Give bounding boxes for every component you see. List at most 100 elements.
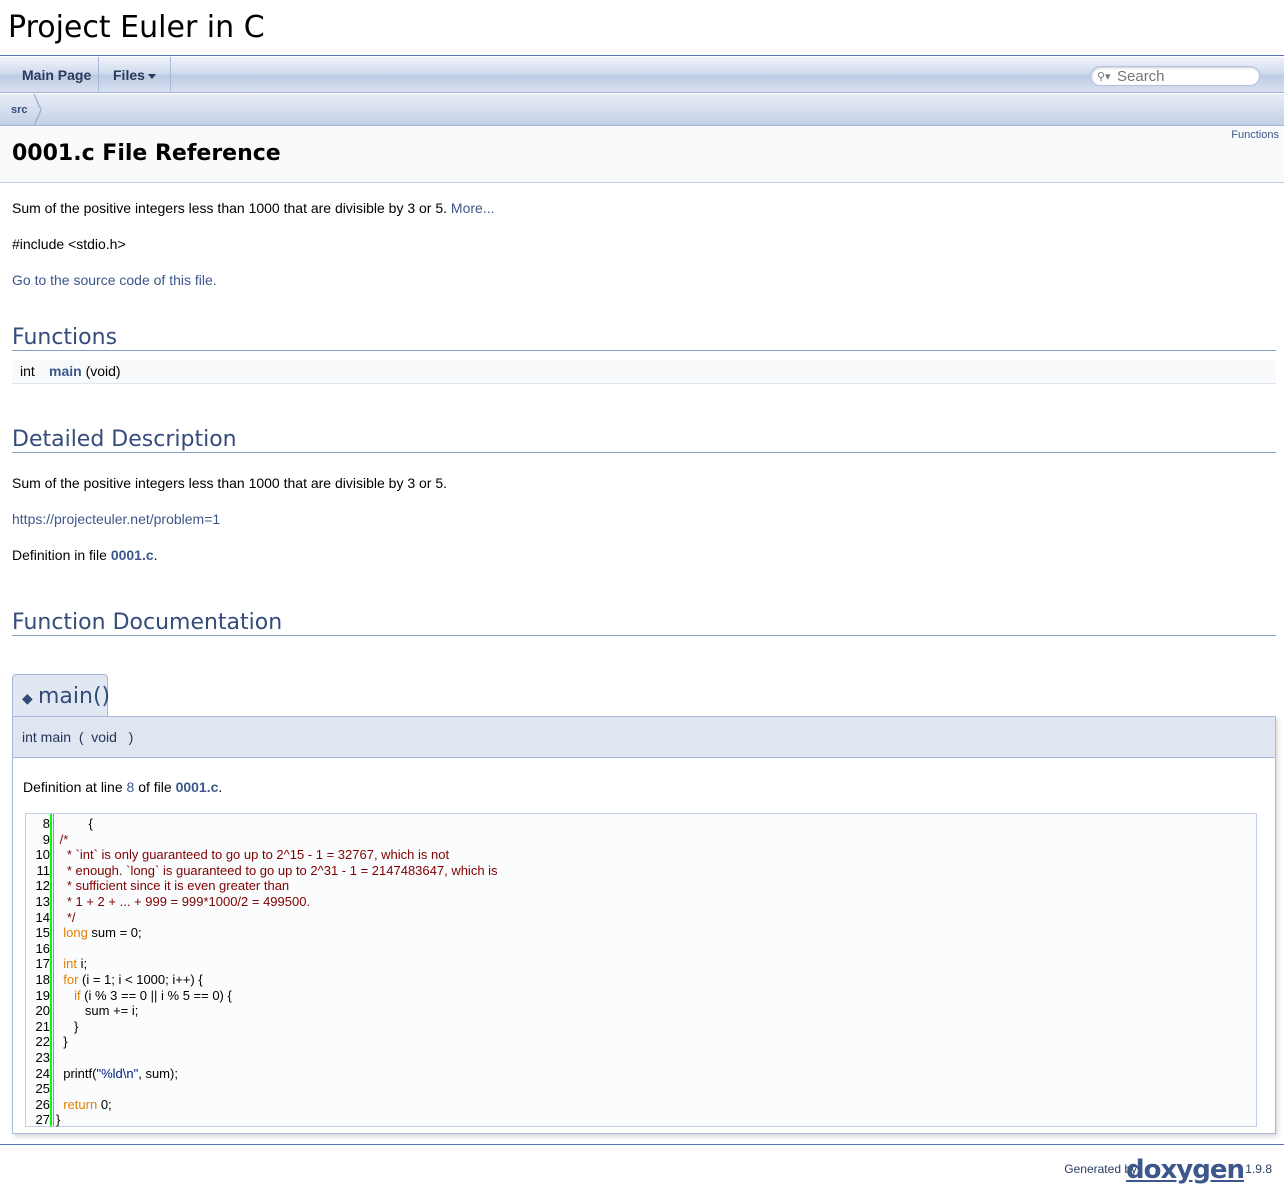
- code-token: (i = 1; i < 1000; i++) {: [78, 972, 203, 987]
- line-number[interactable]: 20: [26, 1003, 50, 1018]
- prototype-text: int main ( void ): [22, 729, 133, 745]
- def-file-link[interactable]: 0001.c: [176, 779, 219, 795]
- code-keyword: for: [63, 972, 79, 987]
- include-line: #include <stdio.h>: [12, 236, 126, 252]
- line-number[interactable]: 13: [26, 894, 50, 909]
- definition-in-file: Definition in file 0001.c.: [12, 547, 158, 563]
- line-number[interactable]: 14: [26, 910, 50, 925]
- line-number[interactable]: 12: [26, 878, 50, 893]
- code-comment: * `int` is only guaranteed to go up to 2…: [56, 847, 450, 863]
- code-line: 21 }: [26, 1019, 1256, 1035]
- code-token: printf(: [56, 1065, 97, 1081]
- code-text: }: [56, 1034, 67, 1049]
- code-keyword: return: [63, 1096, 98, 1112]
- def-line-suffix: .: [218, 779, 223, 795]
- member-title: main(): [38, 684, 111, 709]
- nav-files[interactable]: Files: [98, 57, 171, 93]
- brief-description: Sum of the positive integers less than 1…: [12, 200, 495, 216]
- more-link[interactable]: More...: [451, 200, 495, 216]
- line-number[interactable]: 11: [26, 863, 51, 878]
- project-name: Project Euler in C: [8, 10, 265, 45]
- line-number[interactable]: 23: [26, 1050, 50, 1065]
- member-title-tab: ◆ main(): [12, 674, 111, 718]
- code-text: printf("%ld\n", sum);: [56, 1066, 178, 1081]
- function-args: (void): [85, 363, 121, 379]
- line-number[interactable]: 10: [26, 847, 50, 862]
- definition-at-line: Definition at line 8 of file 0001.c.: [23, 779, 222, 795]
- code-text: * 1 + 2 + ... + 999 = 999*1000/2 = 49950…: [56, 894, 310, 909]
- line-number[interactable]: 15: [26, 925, 50, 940]
- prototype-close-paren: ): [128, 729, 134, 745]
- code-keyword: int: [63, 956, 77, 972]
- code-line: 16: [26, 941, 1256, 957]
- code-line: 24 printf("%ld\n", sum);: [26, 1066, 1256, 1082]
- line-number[interactable]: 22: [26, 1034, 50, 1049]
- prototype-arg: void: [91, 729, 117, 745]
- code-text: /*: [56, 832, 69, 847]
- detailed-description-heading: Detailed Description: [12, 427, 1276, 453]
- search-box[interactable]: ⚲▾: [1090, 66, 1260, 86]
- line-number[interactable]: 27: [26, 1112, 50, 1127]
- line-number[interactable]: 26: [26, 1097, 50, 1112]
- summary-functions-link[interactable]: Functions: [1231, 129, 1279, 141]
- definition-suffix: .: [153, 547, 158, 563]
- definition-file-link[interactable]: 0001.c: [111, 547, 154, 563]
- line-number[interactable]: 8: [26, 816, 50, 831]
- function-main-link[interactable]: main: [49, 363, 82, 379]
- main-nav: Main Page Files ⚲▾: [0, 57, 1284, 93]
- function-row: int main (void): [12, 360, 1276, 384]
- line-number[interactable]: 21: [26, 1019, 50, 1034]
- line-number[interactable]: 17: [26, 956, 50, 971]
- doxygen-version: 1.9.8: [1245, 1162, 1272, 1176]
- code-text: */: [56, 910, 76, 925]
- code-line: 12 * sufficient since it is even greater…: [26, 878, 1256, 894]
- code-line: 14 */: [26, 910, 1256, 926]
- source-code-link[interactable]: Go to the source code of this file.: [12, 272, 217, 288]
- prototype-open-paren: (: [78, 729, 84, 745]
- code-text: * enough. `long` is guaranteed to go up …: [56, 863, 498, 878]
- detailed-text: Sum of the positive integers less than 1…: [12, 475, 448, 491]
- code-line: 8 {: [26, 816, 1256, 832]
- code-line: 10 * `int` is only guaranteed to go up t…: [26, 847, 1256, 863]
- line-number[interactable]: 18: [26, 972, 50, 987]
- problem-url-link[interactable]: https://projecteuler.net/problem=1: [12, 511, 220, 527]
- line-number[interactable]: 19: [26, 988, 50, 1003]
- line-number[interactable]: 25: [26, 1081, 50, 1096]
- def-line-prefix: Definition at line: [23, 779, 127, 795]
- title-area: Project Euler in C: [0, 0, 1284, 56]
- code-line: 26 return 0;: [26, 1097, 1256, 1113]
- code-token: sum = 0;: [87, 925, 142, 941]
- code-string: "%ld\n": [96, 1065, 139, 1081]
- brief-text: Sum of the positive integers less than 1…: [12, 200, 448, 216]
- code-text: {: [56, 816, 93, 831]
- code-line: 18 for (i = 1; i < 1000; i++) {: [26, 972, 1256, 988]
- doxygen-logo-link[interactable]: doxygen: [1126, 1155, 1245, 1185]
- footer: Generated by doxygen 1.9.8: [0, 1144, 1284, 1185]
- line-number[interactable]: 24: [26, 1066, 50, 1081]
- line-number[interactable]: 16: [26, 941, 50, 956]
- code-line: 25: [26, 1081, 1256, 1097]
- functions-heading: Functions: [12, 325, 1276, 351]
- code-comment: * 1 + 2 + ... + 999 = 999*1000/2 = 49950…: [56, 894, 311, 909]
- code-token: (i % 3 == 0 || i % 5 == 0) {: [80, 987, 232, 1003]
- code-text: }: [56, 1112, 60, 1127]
- code-token: , sum);: [138, 1065, 178, 1081]
- nav-main-page[interactable]: Main Page: [8, 57, 105, 93]
- line-number[interactable]: 9: [26, 832, 50, 847]
- search-icon[interactable]: ⚲▾: [1097, 70, 1111, 83]
- code-token: }: [56, 1018, 79, 1034]
- code-text: return 0;: [56, 1096, 111, 1112]
- code-fragment: 8 {9 /* 10 * `int` is only guaranteed to …: [25, 813, 1257, 1127]
- search-input[interactable]: [1117, 67, 1255, 85]
- anchor-diamond-icon[interactable]: ◆: [22, 690, 33, 707]
- code-keyword: long: [63, 925, 88, 941]
- code-token: {: [56, 816, 93, 831]
- code-line: 20 sum += i;: [26, 1003, 1256, 1019]
- code-text: }: [56, 1019, 78, 1034]
- code-line: 17 int i;: [26, 956, 1256, 972]
- breadcrumb-item-src[interactable]: src: [11, 94, 28, 126]
- code-line: 11 * enough. `long` is guaranteed to go …: [26, 863, 1256, 879]
- def-line-mid: of file: [134, 779, 176, 795]
- code-text: long sum = 0;: [56, 925, 142, 941]
